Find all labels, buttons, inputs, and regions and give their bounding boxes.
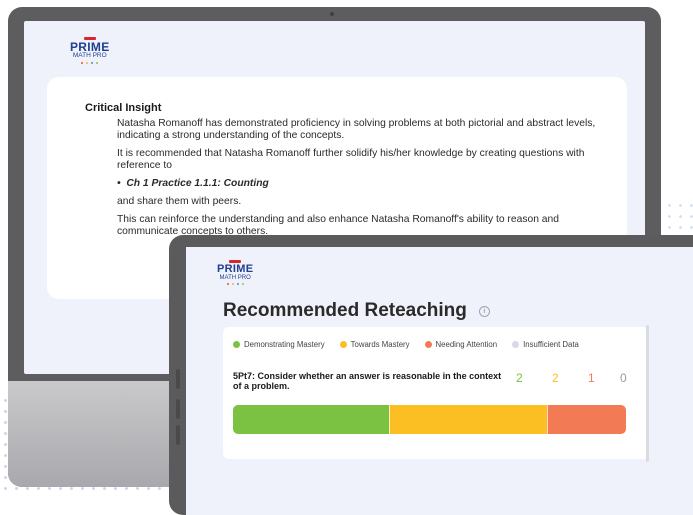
legend-item: Insufficient Data (512, 340, 579, 349)
legend-item: Needing Attention (424, 340, 498, 349)
legend-item: Towards Mastery (339, 340, 410, 349)
tablet-device: PRIME MATH PRO Recommended Reteaching i … (169, 235, 693, 515)
legend-dot-icon (339, 341, 347, 348)
logo-dot (86, 61, 89, 64)
legend-item: Demonstrating Mastery (233, 340, 325, 349)
tablet-side-button (176, 369, 180, 389)
logo-dot (91, 61, 94, 64)
insight-title: Critical Insight (85, 102, 162, 114)
legend-dot-icon (424, 341, 432, 348)
mastery-legend: Demonstrating Mastery Towards Mastery Need… (233, 340, 579, 349)
chapter-reference: Ch 1 Practice 1.1.1: Counting (126, 178, 269, 189)
insight-paragraph: and share them with peers. (117, 196, 242, 207)
logo-dot (231, 283, 234, 285)
brand-logo[interactable]: PRIME MATH PRO (70, 37, 110, 64)
tablet-side-button (176, 399, 180, 419)
tablet-screen: PRIME MATH PRO Recommended Reteaching i … (186, 247, 693, 515)
logo-dots (81, 61, 99, 64)
legend-label: Insufficient Data (523, 340, 579, 349)
camera-icon (330, 12, 334, 16)
mastery-count: 2 (552, 371, 559, 385)
mastery-count: 2 (516, 371, 523, 385)
logo-dot (241, 283, 244, 285)
legend-dot-icon (512, 341, 520, 348)
reteaching-title: Recommended Reteaching (223, 300, 467, 321)
legend-dot-icon (233, 341, 240, 348)
standard-label: 5Pt7: Consider whether an answer is reas… (233, 371, 502, 391)
bar-segment-attention (546, 405, 626, 434)
logo-dots (226, 283, 244, 285)
logo-dot (81, 61, 84, 64)
brand-logo[interactable]: PRIME MATH PRO (217, 260, 253, 285)
card-scrollbar[interactable] (646, 325, 649, 462)
logo-dot (226, 283, 229, 285)
logo-dot (96, 61, 99, 64)
mastery-count: 0 (620, 371, 627, 385)
logo-wordmark: PRIME (217, 263, 254, 275)
insight-bullet: • Ch 1 Practice 1.1.1: Counting (117, 178, 269, 189)
insight-paragraph: It is recommended that Natasha Romanoff … (117, 148, 585, 171)
logo-subtitle: MATH PRO (72, 52, 107, 59)
logo-dot (236, 283, 239, 285)
insight-body: Natasha Romanoff has demonstrated profic… (117, 118, 597, 244)
bar-segment-mastery (233, 405, 390, 434)
tablet-side-button (176, 425, 180, 445)
insight-paragraph: Natasha Romanoff has demonstrated profic… (117, 118, 596, 141)
mastery-count: 1 (588, 371, 595, 385)
reteaching-card: Demonstrating Mastery Towards Mastery Need… (223, 327, 649, 459)
bar-segment-towards (389, 405, 547, 434)
mastery-distribution-bar[interactable] (233, 405, 626, 434)
logo-subtitle: MATH PRO (219, 275, 251, 281)
legend-label: Towards Mastery (350, 340, 410, 349)
reteaching-header: Recommended Reteaching i (223, 300, 490, 322)
legend-label: Needing Attention (435, 340, 498, 349)
legend-label: Demonstrating Mastery (244, 340, 325, 349)
info-icon[interactable]: i (478, 305, 490, 317)
